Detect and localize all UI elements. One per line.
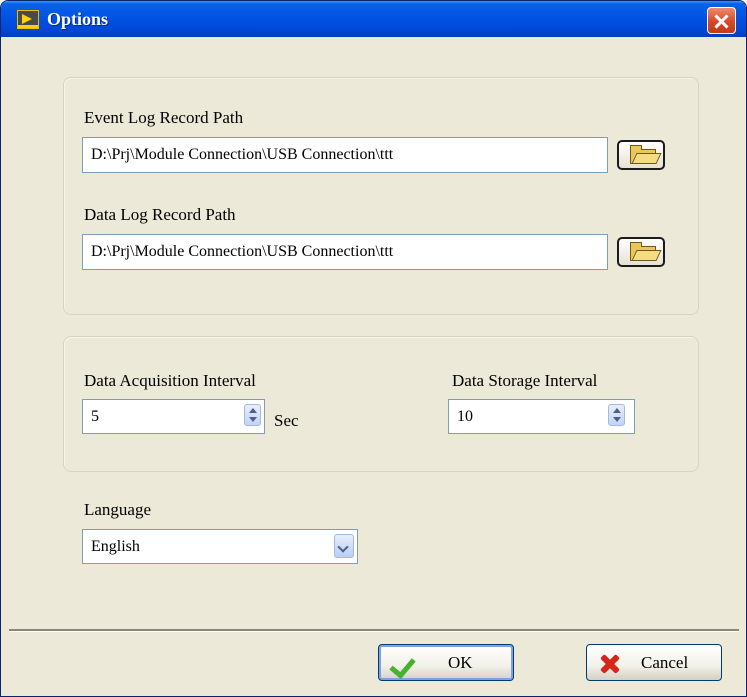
ok-button-label: OK bbox=[448, 653, 473, 672]
language-label: Language bbox=[84, 500, 152, 519]
cancel-button[interactable]: Cancel bbox=[586, 644, 722, 681]
check-icon bbox=[389, 651, 416, 680]
acquisition-interval-label: Data Acquisition Interval bbox=[84, 371, 256, 390]
acquisition-spinner-icon[interactable] bbox=[244, 404, 261, 426]
event-log-browse-button[interactable] bbox=[617, 140, 665, 170]
language-select[interactable]: English bbox=[82, 529, 358, 564]
title-bar[interactable]: Options bbox=[1, 1, 746, 37]
data-log-path-field[interactable]: D:\Prj\Module Connection\USB Connection\… bbox=[82, 234, 608, 270]
close-icon[interactable] bbox=[707, 7, 736, 34]
event-log-path-field[interactable]: D:\Prj\Module Connection\USB Connection\… bbox=[82, 137, 608, 173]
folder-open-icon bbox=[630, 242, 656, 261]
red-x-icon bbox=[599, 653, 621, 675]
cancel-button-label: Cancel bbox=[641, 653, 689, 672]
acquisition-interval-input[interactable]: 5 bbox=[82, 399, 265, 434]
data-log-path-label: Data Log Record Path bbox=[84, 205, 236, 224]
storage-spinner-icon[interactable] bbox=[608, 404, 625, 426]
storage-interval-input[interactable]: 10 bbox=[448, 399, 635, 434]
storage-interval-label: Data Storage Interval bbox=[452, 371, 598, 390]
ok-button[interactable]: OK bbox=[378, 644, 514, 681]
event-log-path-label: Event Log Record Path bbox=[84, 108, 244, 127]
labview-app-icon bbox=[17, 10, 39, 29]
chevron-down-icon[interactable] bbox=[334, 534, 354, 558]
folder-open-icon bbox=[630, 145, 656, 164]
data-log-browse-button[interactable] bbox=[617, 237, 665, 267]
acquisition-unit-label: Sec bbox=[274, 411, 299, 430]
options-dialog: Options Event Log Record Path D:\Prj\Mod… bbox=[0, 0, 747, 697]
window-title: Options bbox=[47, 9, 109, 29]
footer-separator bbox=[9, 629, 739, 632]
